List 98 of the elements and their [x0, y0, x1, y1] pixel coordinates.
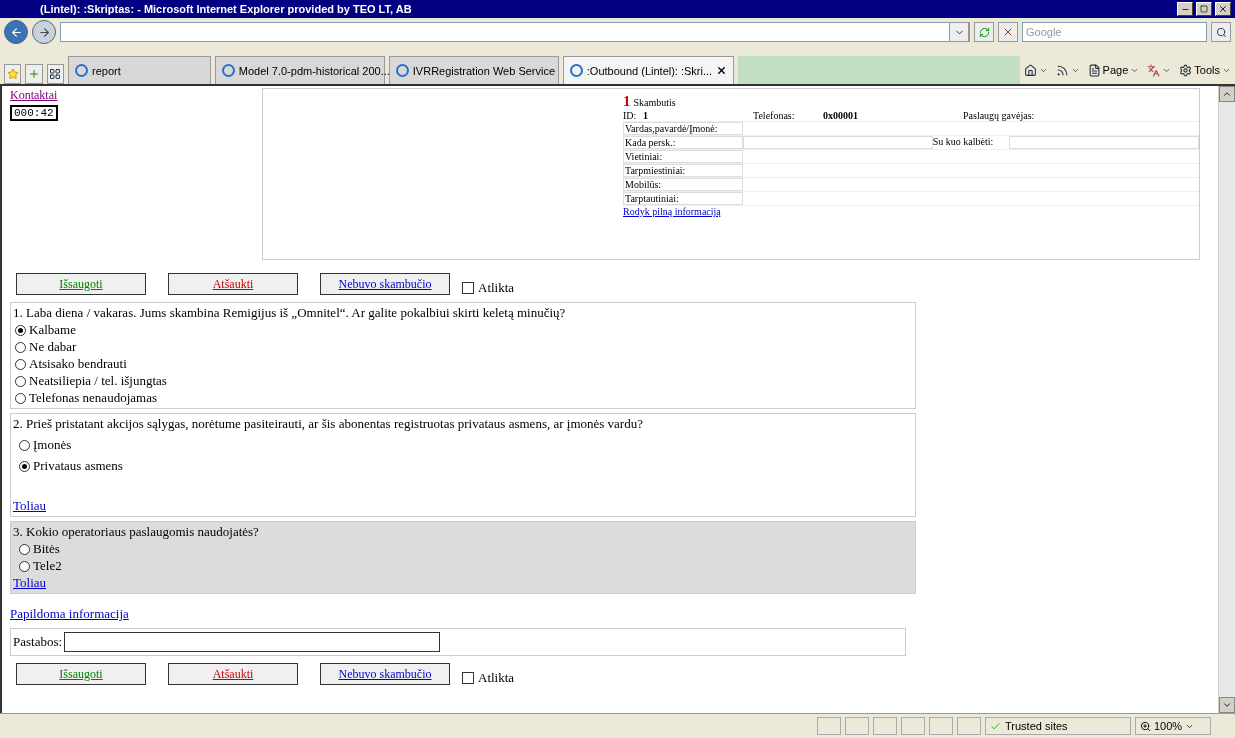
search-icon: [1215, 26, 1227, 38]
status-pane: [873, 717, 897, 735]
checkbox[interactable]: [462, 282, 474, 294]
status-pane: [957, 717, 981, 735]
checkbox-label: Atlikta: [478, 280, 515, 296]
id-label: ID:: [623, 110, 638, 121]
radio-button[interactable]: [15, 324, 26, 336]
notes-label: Pastabos:: [13, 634, 63, 650]
full-info-link[interactable]: Rodyk pilną informaciją: [623, 206, 743, 217]
stop-button[interactable]: [998, 22, 1018, 42]
browser-tab[interactable]: IVRRegistration Web Service: [388, 56, 559, 84]
option-label: Bitės: [33, 541, 60, 557]
home-button[interactable]: [1023, 63, 1048, 77]
home-icon: [1023, 63, 1037, 77]
refresh-button[interactable]: [974, 22, 994, 42]
restore-icon: [1200, 5, 1208, 13]
status-pane: [845, 717, 869, 735]
translate-button[interactable]: [1147, 63, 1172, 77]
zoom-level[interactable]: 100%: [1135, 717, 1211, 735]
option-label: Tele2: [33, 558, 62, 574]
radio-button[interactable]: [19, 460, 30, 472]
status-pane: [817, 717, 841, 735]
call-heading: Skambutis: [633, 97, 676, 108]
question-text: 2. Prieš pristatant akcijos sąlygas, norėtume pasiteirauti, ar šis abonentas registruotas privataus asmens, ar įmonės vardu?: [13, 416, 644, 432]
status-pane: [929, 717, 953, 735]
back-button[interactable]: [4, 20, 28, 44]
feeds-button[interactable]: [1055, 63, 1080, 77]
browser-tab[interactable]: report: [68, 56, 211, 84]
option-label: Kalbame: [29, 322, 76, 338]
check-icon: [990, 720, 1001, 732]
forward-arrow-icon: [37, 25, 51, 39]
option-label: Privataus asmens: [33, 458, 123, 474]
next-link[interactable]: Toliau: [13, 498, 47, 513]
option-label: Įmonės: [33, 437, 72, 453]
close-icon: [1218, 4, 1228, 14]
close-button[interactable]: [1215, 2, 1231, 16]
tools-menu[interactable]: Tools: [1179, 63, 1231, 77]
action-button[interactable]: Išsaugoti: [16, 663, 146, 685]
minimize-button[interactable]: [1177, 2, 1193, 16]
radio-button[interactable]: [15, 392, 26, 404]
field-label: Vietiniai:: [623, 150, 743, 163]
close-icon: [716, 65, 728, 76]
checkbox-label: Atlikta: [478, 670, 515, 686]
address-field[interactable]: [60, 22, 970, 42]
provider-label: Paslaugų gavėjas:: [963, 110, 1036, 121]
stop-icon: [1002, 26, 1014, 38]
contacts-link[interactable]: Kontaktai: [10, 88, 58, 103]
status-pane: [901, 717, 925, 735]
radio-button[interactable]: [19, 560, 30, 572]
checkbox[interactable]: [462, 672, 474, 684]
id-value: 1: [643, 110, 649, 121]
field-label: Mobilūs:: [623, 178, 743, 191]
browser-tab[interactable]: :Outbound (Lintel): :Skri...: [562, 56, 735, 84]
phone-value: 0x00001: [823, 110, 859, 121]
question-text: 3. Kokio operatoriaus paslaugomis naudojatės?: [13, 524, 260, 540]
search-button[interactable]: [1211, 22, 1231, 42]
rss-icon: [1055, 63, 1069, 77]
call-timer: 000:42: [10, 105, 58, 121]
zoom-icon: [1140, 720, 1151, 732]
notes-field[interactable]: [64, 632, 441, 652]
field-label: Su kuo kalbėti:: [932, 136, 995, 149]
option-label: Neatsiliepia / tel. išjungtas: [29, 373, 167, 389]
radio-button[interactable]: [19, 543, 30, 555]
more-info-link[interactable]: Papildoma informacija: [10, 606, 129, 621]
star-icon: [6, 68, 19, 80]
action-button[interactable]: Nebuvo skambučio: [320, 663, 450, 685]
radio-button[interactable]: [15, 375, 26, 387]
action-button[interactable]: Nebuvo skambučio: [320, 273, 450, 295]
page-menu[interactable]: Page: [1087, 63, 1140, 77]
action-button[interactable]: Atšaukti: [168, 273, 298, 295]
phone-label: Telefonas:: [753, 110, 796, 121]
option-label: Telefonas nenaudojamas: [29, 390, 157, 406]
next-link[interactable]: Toliau: [13, 575, 47, 590]
plus-icon: [28, 68, 40, 80]
field-label: Tarpmiestiniai:: [623, 164, 743, 177]
question-text: 1. Laba diena / vakaras. Jums skambina Remigijus iš „Omnitel“. Ar galite pokalbiui skirti keletą minučių?: [13, 305, 567, 321]
gear-icon: [1179, 63, 1193, 77]
zone-label: Trusted sites: [1005, 720, 1068, 732]
back-arrow-icon: [9, 25, 23, 39]
field-label: Tarptautiniai:: [623, 192, 743, 205]
radio-button[interactable]: [19, 439, 30, 451]
call-number: 1: [623, 93, 631, 110]
action-button[interactable]: Atšaukti: [168, 663, 298, 685]
field-label: Kada persk.:: [623, 136, 743, 149]
option-label: Ne dabar: [29, 339, 77, 355]
restore-button[interactable]: [1196, 2, 1212, 16]
field-label: Vardas,pavardė/Įmonė:: [623, 122, 743, 135]
refresh-icon: [978, 26, 990, 38]
page-icon: [1087, 63, 1101, 77]
grid-icon: [49, 68, 62, 80]
radio-button[interactable]: [15, 341, 26, 353]
radio-button[interactable]: [15, 358, 26, 370]
translate-icon: [1147, 63, 1161, 77]
window-title: (Lintel): :Skriptas: - Microsoft Internet Explorer provided by TEO LT, AB: [40, 3, 413, 15]
action-button[interactable]: Išsaugoti: [16, 273, 146, 295]
quick-tabs-button[interactable]: [46, 64, 65, 84]
option-label: Atsisako bendrauti: [29, 356, 127, 372]
forward-button[interactable]: [32, 20, 56, 44]
